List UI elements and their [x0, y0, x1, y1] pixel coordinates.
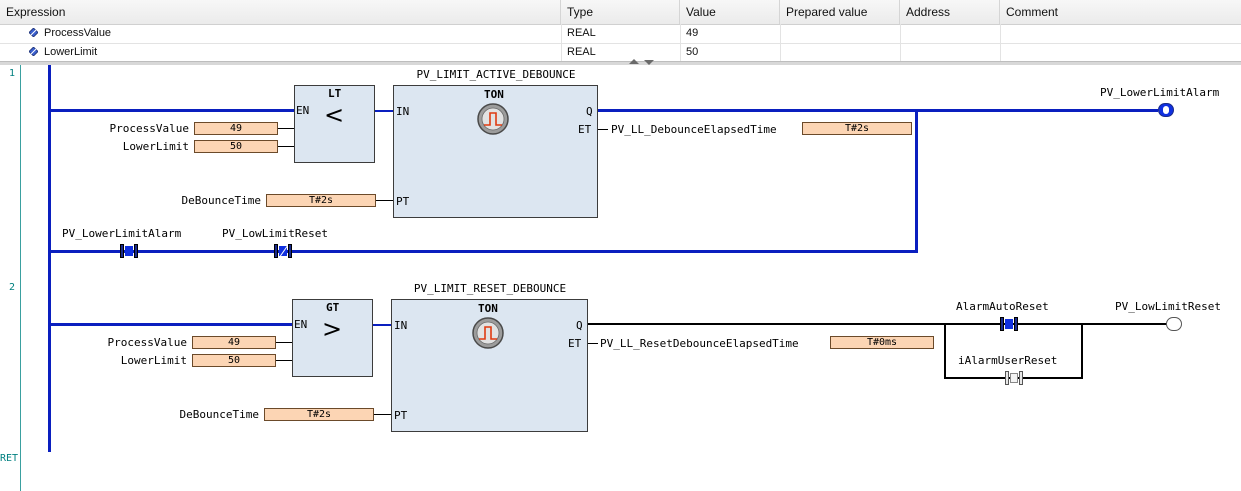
- rung-number-2: 2: [9, 282, 16, 293]
- watch-expression: ProcessValue: [44, 27, 112, 39]
- watch-value: 50: [686, 46, 699, 58]
- rung1-latch-contact-label: PV_LowerLimitAlarm: [62, 227, 182, 240]
- ton-q-pin: Q: [586, 105, 593, 118]
- rung2-gt-out-wire: [373, 324, 392, 326]
- watch-expression: LowerLimit: [44, 46, 98, 58]
- watch-table-header: Expression Type Value Prepared value Add…: [0, 0, 1241, 25]
- rung1-latch-wire: [51, 250, 918, 253]
- ton-in-pin: IN: [394, 319, 408, 332]
- watch-row[interactable]: LowerLimit REAL 50: [0, 43, 1241, 63]
- low-limit-reset-nc-contact[interactable]: [274, 244, 292, 258]
- rung1-pt-value[interactable]: T#2s: [266, 194, 376, 207]
- column-divider: [680, 24, 681, 62]
- variable-icon: [29, 47, 38, 56]
- rung1-q-wire: [598, 109, 1158, 112]
- rung1-et-wire: [598, 129, 608, 130]
- rung2-in1-label: ProcessValue: [107, 336, 187, 349]
- rung-gutter: 1 2 RET: [0, 65, 21, 491]
- column-divider: [780, 24, 781, 62]
- less-than-symbol: <: [324, 101, 345, 129]
- low-limit-reset-coil[interactable]: [1166, 317, 1182, 331]
- rung1-in1-wire: [278, 128, 294, 129]
- column-header-type[interactable]: Type: [561, 0, 680, 24]
- watch-value: 49: [686, 27, 699, 39]
- column-header-value[interactable]: Value: [680, 0, 780, 24]
- timer-clock-icon: [472, 317, 504, 349]
- rung1-latch-vertical-wire: [915, 109, 918, 253]
- column-divider: [1000, 24, 1001, 62]
- ton-block-name: TON: [484, 88, 504, 101]
- watch-row[interactable]: ProcessValue REAL 49: [0, 24, 1241, 44]
- rung1-in2-label: LowerLimit: [122, 140, 189, 153]
- rung1-reset-contact-label: PV_LowLimitReset: [222, 227, 328, 240]
- column-header-address[interactable]: Address: [900, 0, 1000, 24]
- rung2-et-value[interactable]: T#0ms: [830, 336, 934, 349]
- rung1-et-label: PV_LL_DebounceElapsedTime: [611, 123, 777, 136]
- rung2-in2-label: LowerLimit: [120, 354, 187, 367]
- rung2-branch-left-wire: [944, 323, 946, 379]
- watch-type: REAL: [567, 27, 596, 39]
- ton-pt-pin: PT: [396, 195, 410, 208]
- column-header-prepared-value[interactable]: Prepared value: [780, 0, 900, 24]
- column-header-expression[interactable]: Expression: [0, 0, 561, 24]
- lower-limit-alarm-contact[interactable]: [120, 244, 138, 258]
- ton-pt-pin: PT: [394, 409, 408, 422]
- rung2-branch-right-wire: [1081, 323, 1083, 379]
- rung1-en-wire: [51, 109, 295, 112]
- ton-et-pin: ET: [568, 337, 582, 350]
- ton-in-pin: IN: [396, 105, 410, 118]
- rung2-in2-wire: [276, 360, 292, 361]
- rung2-coil-label: PV_LowLimitReset: [1115, 300, 1221, 313]
- rung2-in1-value[interactable]: 49: [192, 336, 276, 349]
- rung2-pt-value[interactable]: T#2s: [264, 408, 374, 421]
- rung2-et-label: PV_LL_ResetDebounceElapsedTime: [600, 337, 799, 350]
- rung2-in1-wire: [276, 342, 292, 343]
- ton-block-name: TON: [478, 302, 498, 315]
- rung1-timer-instance: PV_LIMIT_ACTIVE_DEBOUNCE: [416, 68, 576, 81]
- timer-clock-icon: [477, 103, 509, 135]
- rung1-lt-out-wire: [375, 110, 394, 112]
- ladder-editor-window: Expression Type Value Prepared value Add…: [0, 0, 1241, 491]
- column-header-comment[interactable]: Comment: [1000, 0, 1241, 24]
- rung2-pt-wire: [374, 414, 391, 415]
- rung1-et-value[interactable]: T#2s: [802, 122, 912, 135]
- rung1-pt-wire: [376, 200, 393, 201]
- rung1-pt-label: DeBounceTime: [181, 194, 261, 207]
- rung2-en-wire: [51, 323, 293, 326]
- ton-q-pin: Q: [576, 319, 583, 332]
- rung2-pt-label: DeBounceTime: [179, 408, 259, 421]
- rung2-timer-instance: PV_LIMIT_RESET_DEBOUNCE: [413, 282, 567, 295]
- ladder-diagram: 1 2 RET LT EN < ProcessValue 49 LowerLim…: [0, 65, 1241, 491]
- lower-limit-alarm-coil[interactable]: [1158, 103, 1174, 117]
- rung1-coil-label: PV_LowerLimitAlarm: [1100, 86, 1220, 99]
- user-reset-contact-label: iAlarmUserReset: [958, 354, 1058, 367]
- rung1-in2-value[interactable]: 50: [194, 140, 278, 153]
- splitter-up-icon[interactable]: [629, 59, 639, 64]
- gt-block-name: GT: [326, 301, 340, 314]
- rung2-et-wire: [588, 343, 598, 344]
- ton-et-pin: ET: [578, 123, 592, 136]
- lt-en-pin: EN: [296, 104, 310, 117]
- rung-number-1: 1: [9, 68, 16, 79]
- greater-than-symbol: >: [322, 315, 343, 343]
- lt-block-name: LT: [328, 87, 342, 100]
- rung2-in2-value[interactable]: 50: [192, 354, 276, 367]
- gt-en-pin: EN: [294, 318, 308, 331]
- variable-icon: [29, 28, 38, 37]
- rung1-in1-value[interactable]: 49: [194, 122, 278, 135]
- auto-reset-contact-label: AlarmAutoReset: [956, 300, 1049, 313]
- watch-table: Expression Type Value Prepared value Add…: [0, 0, 1241, 63]
- return-label: RET: [0, 453, 19, 464]
- rung1-in2-wire: [278, 146, 294, 147]
- rung1-in1-label: ProcessValue: [109, 122, 189, 135]
- alarm-auto-reset-contact[interactable]: [1000, 317, 1018, 331]
- column-divider: [900, 24, 901, 62]
- watch-type: REAL: [567, 46, 596, 58]
- alarm-user-reset-contact[interactable]: [1005, 371, 1023, 385]
- left-power-rail: [48, 65, 51, 452]
- column-divider: [561, 24, 562, 62]
